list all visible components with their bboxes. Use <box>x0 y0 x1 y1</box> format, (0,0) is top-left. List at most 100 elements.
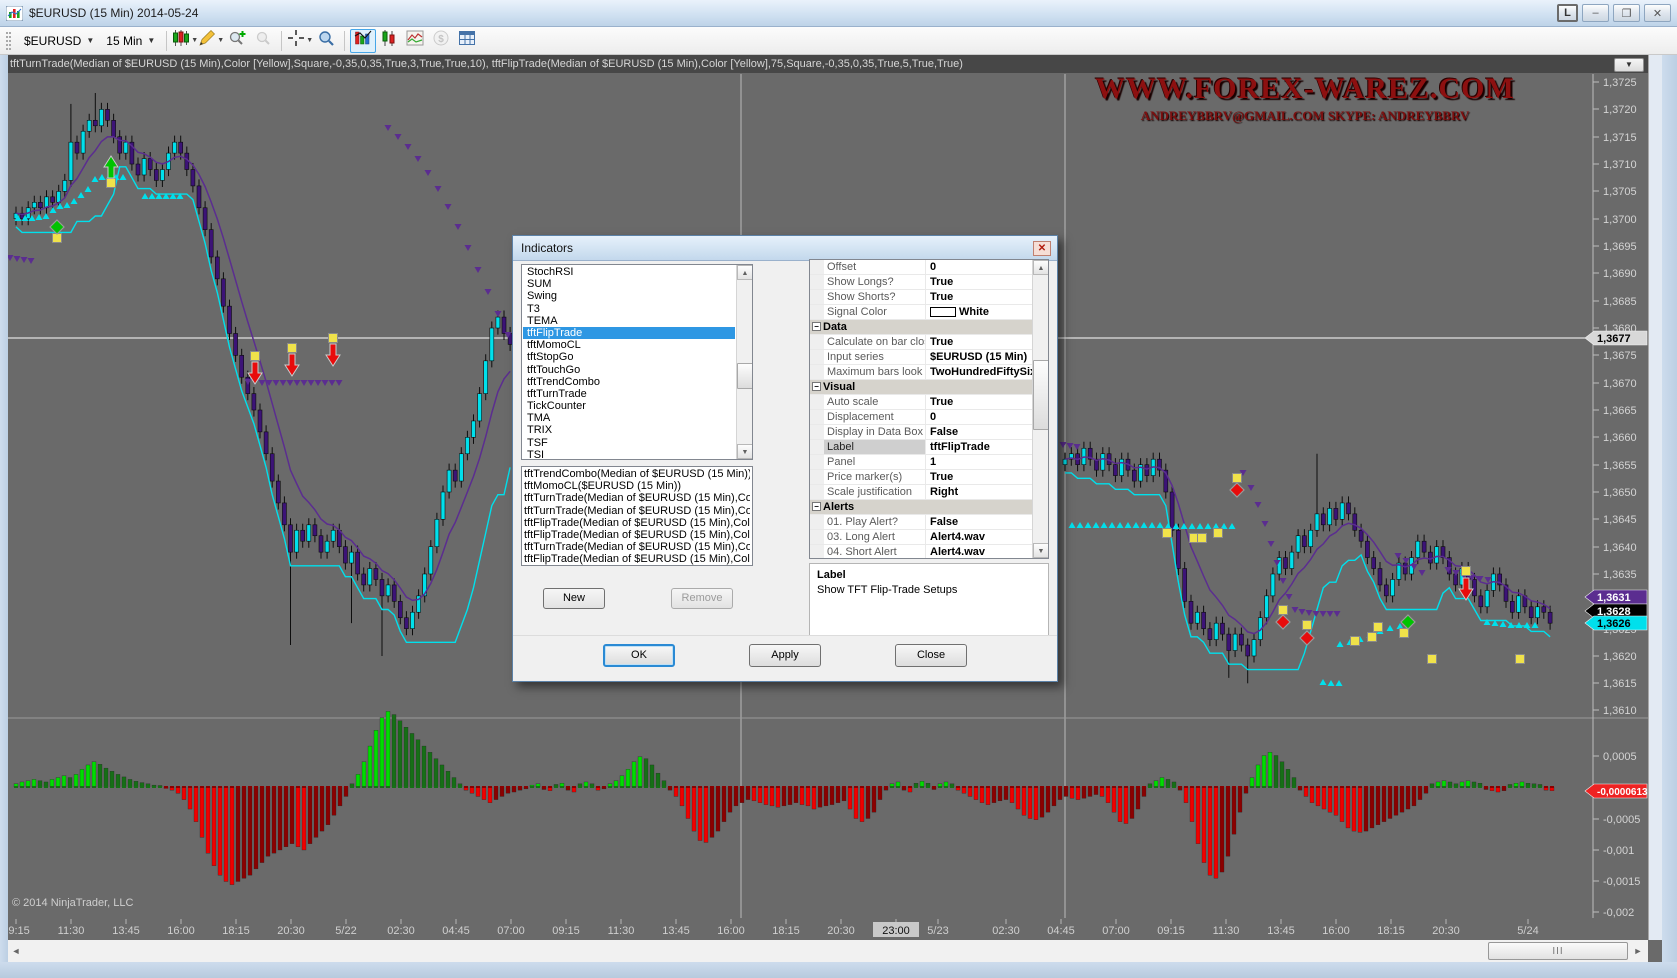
collapse-icon[interactable]: − <box>812 502 821 511</box>
zoom-out-button[interactable] <box>250 29 276 53</box>
property-category-row[interactable]: −Data <box>810 320 1032 335</box>
property-row[interactable]: Signal ColorWhite <box>810 305 1032 320</box>
remove-button[interactable]: Remove <box>671 588 733 609</box>
property-value[interactable]: $EURUSD (15 Min) <box>926 350 1032 364</box>
property-category-row[interactable]: −Visual <box>810 380 1032 395</box>
property-row[interactable]: LabeltftFlipTrade <box>810 440 1032 455</box>
indicator-list-item[interactable]: tftTouchGo <box>523 364 735 376</box>
close-button[interactable]: ✕ <box>1644 4 1671 22</box>
configured-indicator-item[interactable]: tftFlipTrade(Median of $EURUSD (15 Min),… <box>524 517 750 529</box>
scroll-to-end-button[interactable]: ▼ <box>1614 58 1644 72</box>
property-value[interactable]: Alert4.wav <box>926 530 1032 544</box>
property-row[interactable]: Scale justificationRight <box>810 485 1032 500</box>
grid-scrollbar[interactable]: ▲ ▼ <box>1032 260 1048 558</box>
property-value[interactable]: True <box>926 335 1032 349</box>
zoom-in-button[interactable] <box>224 29 250 53</box>
dialog-close-button[interactable]: ✕ <box>1033 241 1051 256</box>
crosshair-button[interactable]: ▼ <box>287 29 313 53</box>
minimize-button[interactable]: – <box>1582 4 1609 22</box>
configured-indicators-list[interactable]: tftTrendCombo(Median of $EURUSD (15 Min)… <box>521 466 753 566</box>
property-value[interactable]: Right <box>926 485 1032 499</box>
property-row[interactable]: Calculate on bar closeTrue <box>810 335 1032 350</box>
property-value[interactable]: 0 <box>926 260 1032 274</box>
mini-chart-button[interactable] <box>402 29 428 53</box>
scroll-right-arrow-icon[interactable]: ► <box>1630 940 1646 962</box>
property-row[interactable]: Show Shorts?True <box>810 290 1032 305</box>
property-row[interactable]: Show Longs?True <box>810 275 1032 290</box>
account-button[interactable]: $ <box>428 29 454 53</box>
property-row[interactable]: Offset0 <box>810 260 1032 275</box>
property-value[interactable]: tftFlipTrade <box>926 440 1032 454</box>
configured-indicator-item[interactable]: tftTurnTrade(Median of $EURUSD (15 Min),… <box>524 541 750 553</box>
property-category-row[interactable]: −Alerts <box>810 500 1032 515</box>
configured-indicator-item[interactable]: tftTrendCombo(Median of $EURUSD (15 Min)… <box>524 468 750 480</box>
scroll-up-arrow-icon[interactable]: ▲ <box>1033 260 1049 275</box>
scroll-down-arrow-icon[interactable]: ▼ <box>737 444 753 459</box>
indicator-list-item[interactable]: tftFlipTrade <box>523 327 735 339</box>
dialog-title-bar[interactable]: Indicators <box>513 236 1057 261</box>
indicator-list-item[interactable]: Swing <box>523 290 735 302</box>
ok-button[interactable]: OK <box>603 644 675 667</box>
new-button[interactable]: New <box>543 588 605 609</box>
configured-indicator-item[interactable]: tftTurnTrade(Median of $EURUSD (15 Min),… <box>524 492 750 504</box>
property-row[interactable]: Auto scaleTrue <box>810 395 1032 410</box>
apply-button[interactable]: Apply <box>749 644 821 667</box>
list-scrollbar[interactable]: ▲ ▼ <box>736 265 752 459</box>
instrument-select[interactable]: $EURUSD ▼ <box>18 32 100 50</box>
scrollbar-thumb[interactable] <box>737 363 753 389</box>
property-value[interactable]: False <box>926 425 1032 439</box>
scrollbar-thumb[interactable]: III <box>1488 942 1628 960</box>
indicator-list-item[interactable]: StochRSI <box>523 266 735 278</box>
available-indicators-list[interactable]: StochRSISUMSwingT3TEMAtftFlipTradetftMom… <box>521 264 753 460</box>
draw-tools-button[interactable]: ▼ <box>198 29 224 53</box>
close-button[interactable]: Close <box>895 644 967 667</box>
property-row[interactable]: Input series$EURUSD (15 Min) <box>810 350 1032 365</box>
scroll-down-arrow-icon[interactable]: ▼ <box>1033 543 1049 558</box>
configured-indicator-item[interactable]: tftFlipTrade(Median of $EURUSD (15 Min),… <box>524 553 750 565</box>
indicator-list-item[interactable]: tftStopGo <box>523 351 735 363</box>
properties-grid[interactable]: Offset0Show Longs?TrueShow Shorts?TrueSi… <box>809 259 1049 559</box>
chart-trader-button[interactable] <box>376 29 402 53</box>
link-button[interactable]: L <box>1557 4 1578 22</box>
configured-indicator-item[interactable]: tftMomoCL($EURUSD (15 Min)) <box>524 480 750 492</box>
indicator-list-item[interactable]: TSI <box>523 449 735 460</box>
property-row[interactable]: 04. Short AlertAlert4.wav <box>810 545 1032 559</box>
indicator-list-item[interactable]: TRIX <box>523 424 735 436</box>
data-grid-button[interactable] <box>454 29 480 53</box>
indicator-list-item[interactable]: TEMA <box>523 315 735 327</box>
property-value[interactable]: Alert4.wav <box>926 545 1032 559</box>
indicator-list-item[interactable]: tftTurnTrade <box>523 388 735 400</box>
property-row[interactable]: Displacement0 <box>810 410 1032 425</box>
property-row[interactable]: 03. Long AlertAlert4.wav <box>810 530 1032 545</box>
configured-indicator-item[interactable]: tftFlipTrade(Median of $EURUSD (15 Min),… <box>524 529 750 541</box>
chart-style-button[interactable]: ▼ <box>172 29 198 53</box>
property-value[interactable]: True <box>926 395 1032 409</box>
collapse-icon[interactable]: − <box>812 322 821 331</box>
data-box-button[interactable] <box>313 29 339 53</box>
property-row[interactable]: 01. Play Alert?False <box>810 515 1032 530</box>
scroll-up-arrow-icon[interactable]: ▲ <box>737 265 753 280</box>
property-value[interactable]: White <box>926 305 1032 319</box>
property-value[interactable]: 0 <box>926 410 1032 424</box>
property-value[interactable]: True <box>926 470 1032 484</box>
indicator-list-item[interactable]: TMA <box>523 412 735 424</box>
indicators-button[interactable] <box>350 29 376 53</box>
property-value[interactable]: True <box>926 275 1032 289</box>
scroll-left-arrow-icon[interactable]: ◄ <box>8 940 24 962</box>
property-row[interactable]: Display in Data BoxFalse <box>810 425 1032 440</box>
property-value[interactable]: False <box>926 515 1032 529</box>
property-value[interactable]: True <box>926 290 1032 304</box>
property-row[interactable]: Maximum bars look backTwoHundredFiftySix <box>810 365 1032 380</box>
indicator-list-item[interactable]: T3 <box>523 303 735 315</box>
indicator-list-item[interactable]: TickCounter <box>523 400 735 412</box>
property-value[interactable]: TwoHundredFiftySix <box>926 365 1032 379</box>
restore-button[interactable]: ❐ <box>1613 4 1640 22</box>
interval-select[interactable]: 15 Min ▼ <box>100 32 161 50</box>
configured-indicator-item[interactable]: tftTurnTrade(Median of $EURUSD (15 Min),… <box>524 505 750 517</box>
collapse-icon[interactable]: − <box>812 382 821 391</box>
toolbar-grip[interactable] <box>6 32 11 50</box>
indicator-list-item[interactable]: TSF <box>523 437 735 449</box>
property-value[interactable]: 1 <box>926 455 1032 469</box>
indicator-list-item[interactable]: SUM <box>523 278 735 290</box>
property-row[interactable]: Price marker(s)True <box>810 470 1032 485</box>
